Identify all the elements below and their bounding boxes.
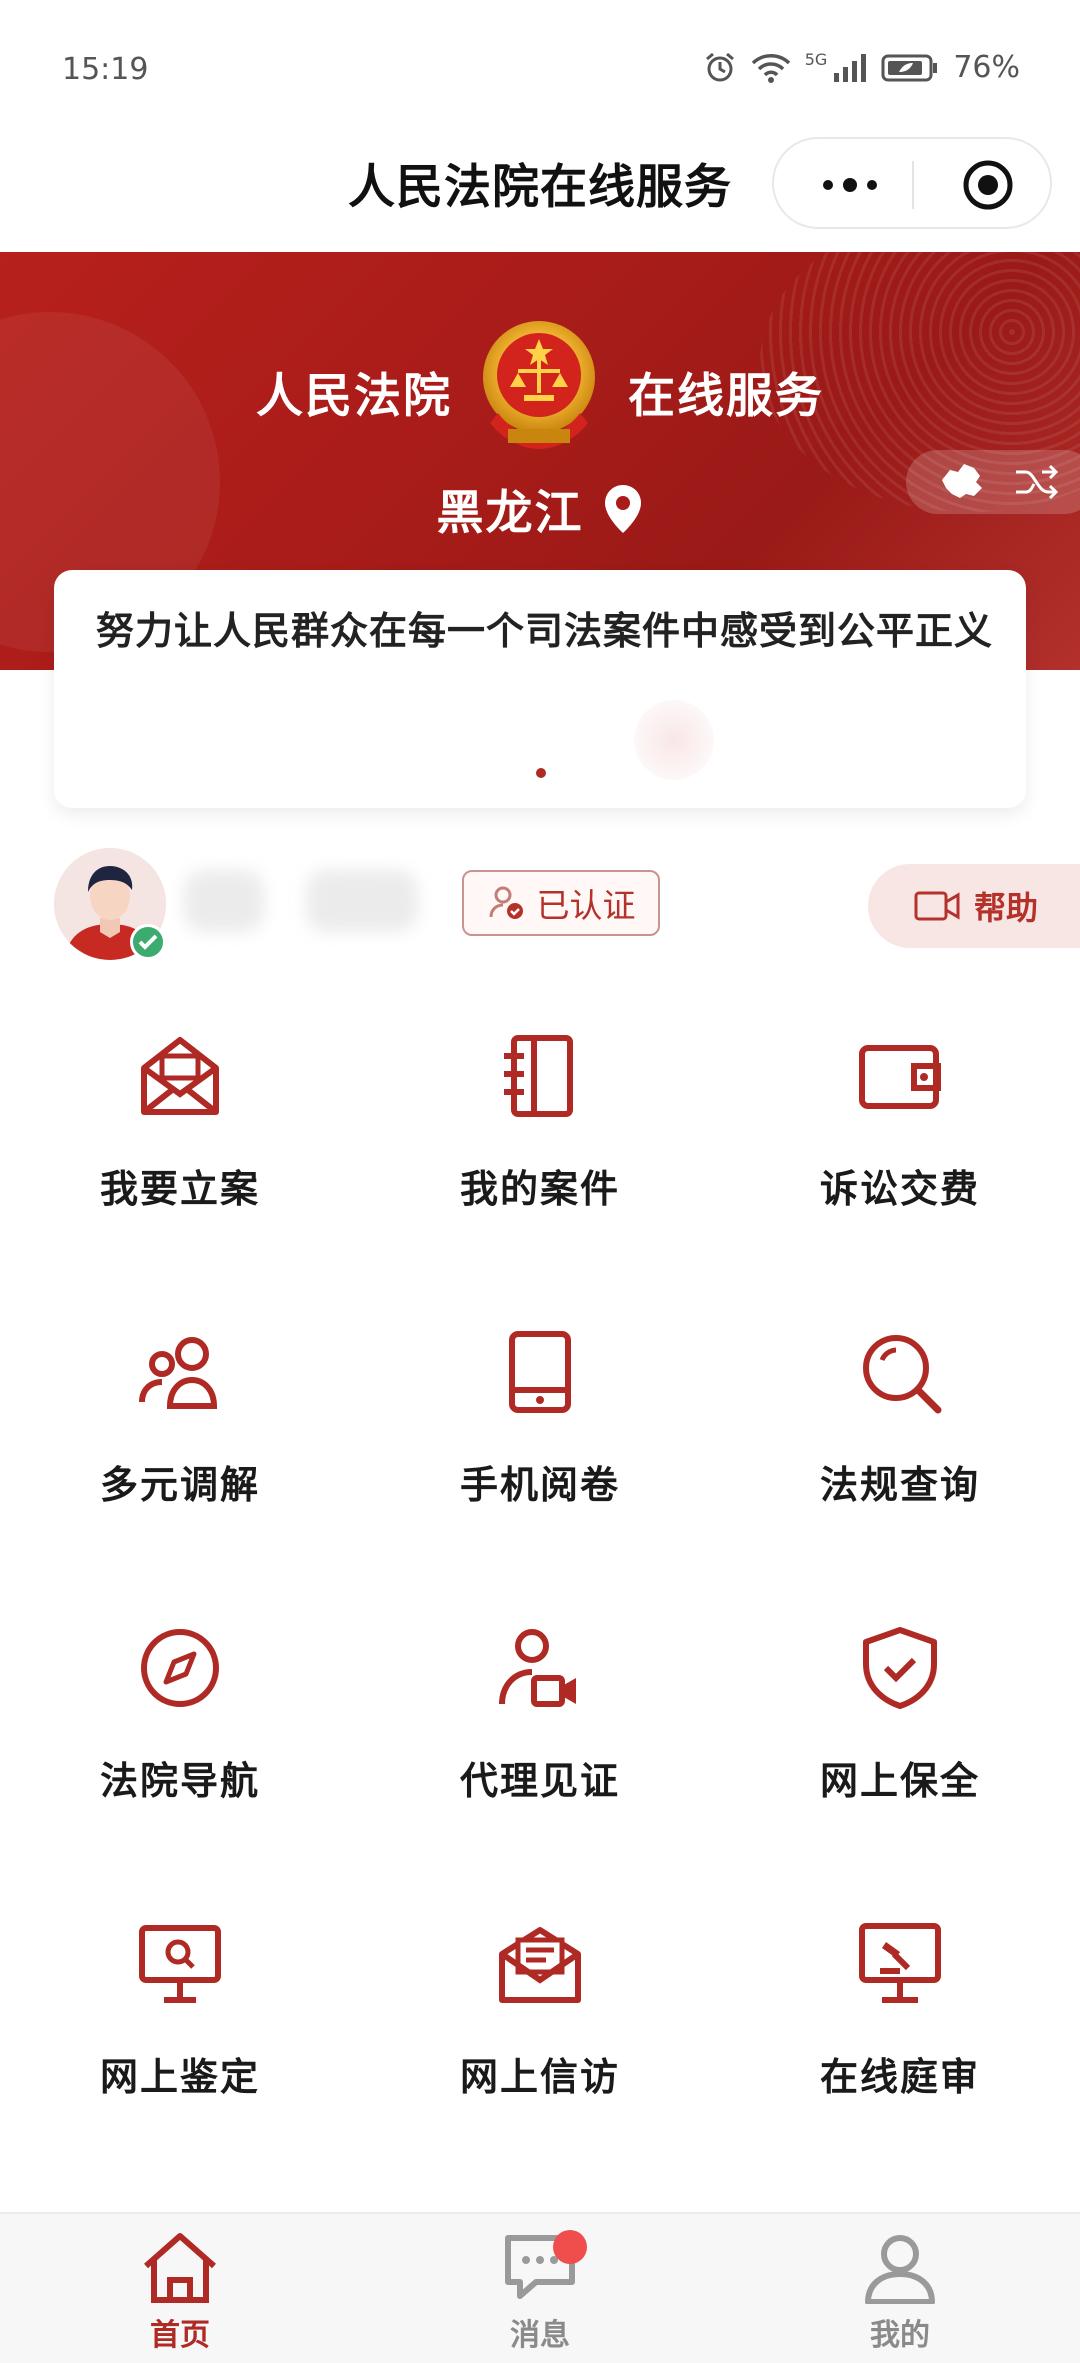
service-label: 代理见证 (459, 1759, 620, 1803)
service-mediation[interactable]: 多元调解 (0, 1306, 360, 1602)
region-switch-button[interactable] (906, 450, 1080, 514)
status-indicators: 5G 76% (703, 50, 1020, 85)
bottom-tabbar: 首页 消息 我的 (0, 2212, 1080, 2363)
tab-profile[interactable]: 我的 (720, 2214, 1080, 2363)
courtroom-screen-icon (859, 1923, 941, 2003)
battery-level: 76% (953, 50, 1020, 85)
phone-icon (509, 1331, 571, 1413)
status-time: 15:19 (62, 52, 149, 87)
tab-label: 首页 (150, 2318, 210, 2353)
carousel-indicator (536, 768, 546, 778)
service-label: 多元调解 (99, 1463, 260, 1507)
slogan-carousel[interactable]: 努力让人民群众在每一个司法案件中感受到公平正义 (54, 570, 1026, 808)
banner-left-text: 人民法院 (256, 369, 452, 424)
home-icon (144, 2233, 216, 2303)
network-type: 5G (804, 50, 828, 69)
service-label: 网上鉴定 (99, 2055, 260, 2099)
slogan-text: 努力让人民群众在每一个司法案件中感受到公平正义 (96, 609, 994, 653)
user-id-redacted (306, 870, 418, 932)
service-mobile-file[interactable]: 手机阅卷 (360, 1306, 720, 1602)
service-label: 在线庭审 (819, 2055, 980, 2099)
envelope-open-icon (141, 1037, 219, 1115)
wallet-icon (859, 1045, 941, 1109)
location-pin-icon (604, 484, 641, 533)
tab-messages[interactable]: 消息 (360, 2214, 720, 2363)
service-label: 诉讼交费 (819, 1167, 980, 1211)
compass-icon (141, 1629, 219, 1707)
capsule-divider (912, 161, 914, 209)
close-target-icon[interactable] (960, 157, 1016, 213)
unread-badge (553, 2230, 587, 2264)
letter-icon (499, 1927, 581, 2003)
card-decoration (634, 700, 714, 780)
service-label: 网上信访 (459, 2055, 620, 2099)
service-court-navigation[interactable]: 法院导航 (0, 1602, 360, 1898)
service-label: 法规查询 (819, 1463, 980, 1507)
help-label: 帮助 (974, 889, 1039, 927)
region-name: 黑龙江 (436, 486, 584, 541)
service-agent-witness[interactable]: 代理见证 (360, 1602, 720, 1898)
more-icon[interactable] (814, 169, 886, 201)
profile-icon (865, 2235, 935, 2304)
service-label: 网上保全 (819, 1759, 980, 1803)
video-camera-icon (914, 891, 960, 921)
monitor-search-icon (139, 1925, 221, 2003)
shuffle-icon (1016, 464, 1059, 500)
signal-icon (834, 53, 867, 82)
service-online-preservation[interactable]: 网上保全 (720, 1602, 1080, 1898)
service-label: 手机阅卷 (459, 1463, 620, 1507)
id-verified-icon (489, 886, 523, 919)
service-label: 法院导航 (99, 1759, 260, 1803)
service-my-cases[interactable]: 我的案件 (360, 1010, 720, 1306)
people-icon (139, 1337, 218, 1409)
service-law-search[interactable]: 法规查询 (720, 1306, 1080, 1602)
service-pay-fees[interactable]: 诉讼交费 (720, 1010, 1080, 1306)
service-label: 我的案件 (459, 1167, 620, 1211)
verified-label: 已认证 (536, 886, 636, 925)
miniprogram-capsule (772, 137, 1052, 229)
case-book-icon (504, 1035, 573, 1117)
service-label: 我要立案 (99, 1167, 260, 1211)
verified-status[interactable]: 已认证 (462, 870, 660, 936)
china-map-icon (942, 464, 982, 498)
search-icon (863, 1335, 942, 1414)
service-online-trial[interactable]: 在线庭审 (720, 1898, 1080, 2194)
battery-icon (881, 54, 938, 81)
tab-home[interactable]: 首页 (0, 2214, 360, 2363)
banner-right-text: 在线服务 (628, 369, 824, 424)
wifi-icon (751, 53, 790, 83)
service-file-case[interactable]: 我要立案 (0, 1010, 360, 1306)
user-name-redacted (184, 870, 264, 932)
court-emblem-icon (483, 321, 595, 449)
user-video-icon (499, 1629, 576, 1707)
verified-badge-icon (130, 924, 166, 960)
status-bar: 15:19 5G 76% (0, 0, 1080, 140)
shield-check-icon (863, 1627, 937, 1709)
tab-label: 消息 (510, 2318, 570, 2353)
service-online-petition[interactable]: 网上信访 (360, 1898, 720, 2194)
service-online-appraisal[interactable]: 网上鉴定 (0, 1898, 360, 2194)
alarm-icon (705, 52, 734, 81)
tab-label: 我的 (870, 2318, 930, 2353)
help-button[interactable]: 帮助 (868, 864, 1080, 948)
